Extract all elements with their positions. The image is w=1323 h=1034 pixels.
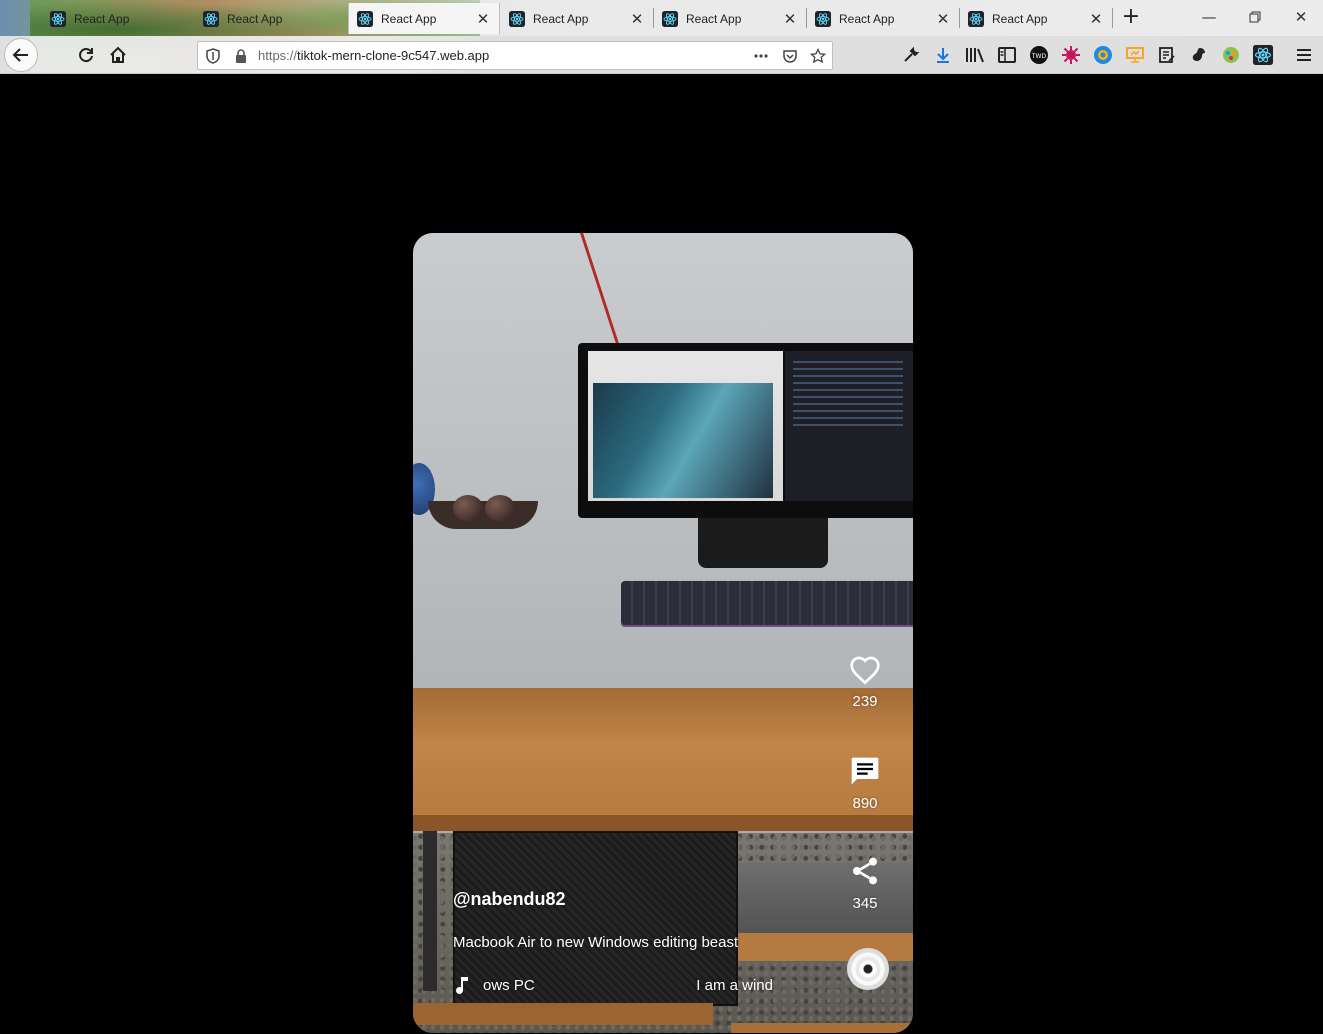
video-frame-screen-photo xyxy=(593,383,773,498)
video-frame-desk-leg xyxy=(423,831,437,991)
reload-button[interactable] xyxy=(70,39,102,71)
browser-tab[interactable]: React App xyxy=(195,3,347,34)
share-count: 345 xyxy=(852,895,878,912)
close-tab-icon[interactable]: ✕ xyxy=(935,10,951,28)
close-window-icon[interactable]: ✕ xyxy=(1289,6,1313,28)
browser-tab[interactable]: React App ✕ xyxy=(807,3,959,34)
video-frame-desk-edge xyxy=(413,815,913,831)
video-frame-keyboard xyxy=(621,581,913,627)
tab-title: React App xyxy=(686,11,742,26)
home-icon xyxy=(110,46,126,63)
channel-name[interactable]: @nabendu82 xyxy=(453,889,566,910)
tools-icon[interactable] xyxy=(901,45,921,65)
tab-title: React App xyxy=(992,11,1048,26)
browser-tab[interactable]: React App ✕ xyxy=(654,3,806,34)
sidebar-icon[interactable] xyxy=(997,45,1017,65)
close-tab-icon[interactable]: ✕ xyxy=(475,10,491,28)
share-icon[interactable] xyxy=(849,855,881,887)
shield-icon[interactable] xyxy=(205,48,221,64)
page-actions-icon[interactable] xyxy=(753,48,769,64)
library-icon[interactable] xyxy=(965,45,985,65)
palette-extension-icon[interactable] xyxy=(1221,45,1241,65)
gnome-extension-icon[interactable] xyxy=(1189,45,1209,65)
video-player[interactable]: 239 890 345 @nabendu82 Macbook Air to ne… xyxy=(413,233,913,1033)
video-frame-shelf xyxy=(731,1023,913,1033)
home-button[interactable] xyxy=(102,39,134,71)
downloads-icon[interactable] xyxy=(933,45,953,65)
react-favicon-icon xyxy=(968,10,984,27)
navigation-toolbar: https://tiktok-mern-clone-9c547.web.app … xyxy=(0,36,1323,74)
heart-outline-icon[interactable] xyxy=(849,655,881,685)
url-scheme: https:// xyxy=(258,48,298,63)
song-ticker-text: I am a wind xyxy=(696,976,773,994)
browser-tab[interactable]: React App xyxy=(42,3,194,34)
url-host: tiktok-mern-clone-9c547.web.app xyxy=(297,48,490,63)
react-favicon-icon xyxy=(815,10,831,27)
react-devtools-icon[interactable] xyxy=(1253,45,1273,65)
browser-tab[interactable]: React App ✕ xyxy=(501,3,653,34)
comment-action[interactable]: 890 xyxy=(835,755,895,812)
share-action[interactable]: 345 xyxy=(835,855,895,912)
tab-title: React App xyxy=(381,11,437,26)
restore-window-icon[interactable] xyxy=(1243,6,1267,28)
react-favicon-icon xyxy=(50,10,66,27)
react-favicon-icon xyxy=(509,10,525,27)
tab-title: React App xyxy=(227,11,283,26)
minimize-window-icon[interactable]: — xyxy=(1197,6,1221,28)
video-frame-code-lines xyxy=(793,361,903,431)
lock-icon[interactable] xyxy=(233,48,249,64)
spinning-record-icon[interactable] xyxy=(847,948,889,990)
react-favicon-icon xyxy=(662,10,678,27)
tab-title: React App xyxy=(74,11,130,26)
song-ticker: ows PC I am a wind xyxy=(453,973,773,997)
tab-separator xyxy=(1112,8,1113,28)
react-favicon-icon xyxy=(203,10,219,27)
arrow-left-icon xyxy=(12,48,28,62)
url-text[interactable]: https://tiktok-mern-clone-9c547.web.app xyxy=(258,48,489,63)
back-button[interactable] xyxy=(4,38,38,72)
tab-strip: React App React App React App ✕ React Ap… xyxy=(0,0,1323,74)
close-tab-icon[interactable]: ✕ xyxy=(1088,10,1104,28)
pocket-icon[interactable] xyxy=(782,48,798,64)
bookmark-star-icon[interactable] xyxy=(810,48,826,64)
tab-title: React App xyxy=(533,11,589,26)
close-tab-icon[interactable]: ✕ xyxy=(629,10,645,28)
video-frame-shelf xyxy=(413,1003,713,1025)
svg-text:TWD: TWD xyxy=(1031,53,1047,60)
video-frame-shelf xyxy=(738,933,913,961)
app-page: 239 890 345 @nabendu82 Macbook Air to ne… xyxy=(0,75,1323,1034)
music-note-icon xyxy=(456,977,468,994)
video-frame-ornament xyxy=(485,495,515,521)
react-favicon-icon xyxy=(357,10,373,27)
virus-extension-icon[interactable] xyxy=(1061,45,1081,65)
twd-extension-icon[interactable]: TWD xyxy=(1029,45,1049,65)
tab-title: React App xyxy=(839,11,895,26)
new-tab-button[interactable]: + xyxy=(1120,6,1142,30)
message-icon[interactable] xyxy=(849,755,881,787)
like-action[interactable]: 239 xyxy=(835,655,895,710)
browser-tab[interactable]: React App ✕ xyxy=(960,3,1112,34)
video-frame-monitor-stand xyxy=(698,518,828,568)
message-count: 890 xyxy=(852,795,878,812)
browser-tab-active[interactable]: React App ✕ xyxy=(348,3,500,34)
presentation-extension-icon[interactable] xyxy=(1125,45,1145,65)
hamburger-menu-icon[interactable] xyxy=(1294,45,1314,65)
video-frame-bowl xyxy=(428,501,538,529)
close-tab-icon[interactable]: ✕ xyxy=(782,10,798,28)
video-frame-ornament xyxy=(453,495,483,521)
like-count: 239 xyxy=(852,693,878,710)
song-ticker-text: ows PC xyxy=(483,976,535,994)
address-bar[interactable]: https://tiktok-mern-clone-9c547.web.app xyxy=(197,41,833,70)
globe-extension-icon[interactable] xyxy=(1093,45,1113,65)
reload-icon xyxy=(79,48,93,63)
video-description: Macbook Air to new Windows editing beast xyxy=(453,934,739,951)
notes-extension-icon[interactable] xyxy=(1157,45,1177,65)
